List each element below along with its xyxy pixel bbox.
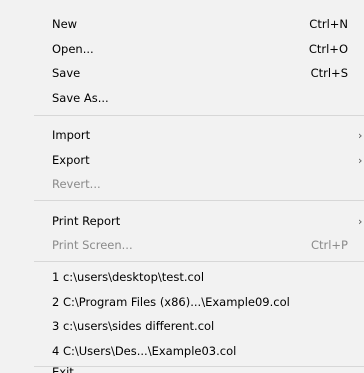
menu-item-shortcut: Ctrl+S xyxy=(310,66,348,80)
recent-file-item[interactable]: 3 c:\users\sides different.col xyxy=(0,314,364,339)
menu-separator xyxy=(34,115,364,116)
recent-file-label: 1 c:\users\desktop\test.col xyxy=(52,270,205,284)
menu-item-label: Print Report xyxy=(52,214,121,228)
file-menu: New Ctrl+N Open... Ctrl+O Save Ctrl+S Sa… xyxy=(0,0,364,373)
recent-file-item[interactable]: 1 c:\users\desktop\test.col xyxy=(0,265,364,290)
menu-item-revert: Revert... xyxy=(0,172,364,197)
menu-item-shortcut: Ctrl+P xyxy=(310,238,348,252)
menu-item-print-screen: Print Screen... Ctrl+P xyxy=(0,233,364,258)
menu-item-label: Print Screen... xyxy=(52,238,133,252)
menu-item-label: New xyxy=(52,17,78,31)
chevron-right-icon: › xyxy=(358,154,363,167)
chevron-right-icon: › xyxy=(358,215,363,228)
menu-item-label: Revert... xyxy=(52,177,101,191)
menu-item-import[interactable]: Import › xyxy=(0,123,364,148)
recent-file-label: 2 C:\Program Files (x86)...\Example09.co… xyxy=(52,295,290,309)
menu-item-save-as[interactable]: Save As... xyxy=(0,86,364,111)
menu-item-export[interactable]: Export › xyxy=(0,148,364,173)
menu-item-print-report[interactable]: Print Report › xyxy=(0,209,364,234)
menu-item-shortcut: Ctrl+O xyxy=(308,42,348,56)
menu-item-label: Import xyxy=(52,128,91,142)
menu-item-save[interactable]: Save Ctrl+S xyxy=(0,61,364,86)
menu-item-label: Save As... xyxy=(52,91,109,105)
recent-file-label: 3 c:\users\sides different.col xyxy=(52,319,215,333)
menu-item-label: Export xyxy=(52,153,90,167)
menu-item-label: Open... xyxy=(52,42,94,56)
menu-item-label: Save xyxy=(52,66,81,80)
menu-item-open[interactable]: Open... Ctrl+O xyxy=(0,37,364,62)
recent-file-item[interactable]: 2 C:\Program Files (x86)...\Example09.co… xyxy=(0,290,364,315)
menu-separator xyxy=(34,200,364,201)
menu-separator xyxy=(34,261,364,262)
menu-item-shortcut: Ctrl+N xyxy=(309,17,348,31)
menu-item-label: Exit xyxy=(52,365,74,373)
menu-item-exit[interactable]: Exit xyxy=(0,358,364,373)
menu-item-new[interactable]: New Ctrl+N xyxy=(0,12,364,37)
chevron-right-icon: › xyxy=(358,129,363,142)
